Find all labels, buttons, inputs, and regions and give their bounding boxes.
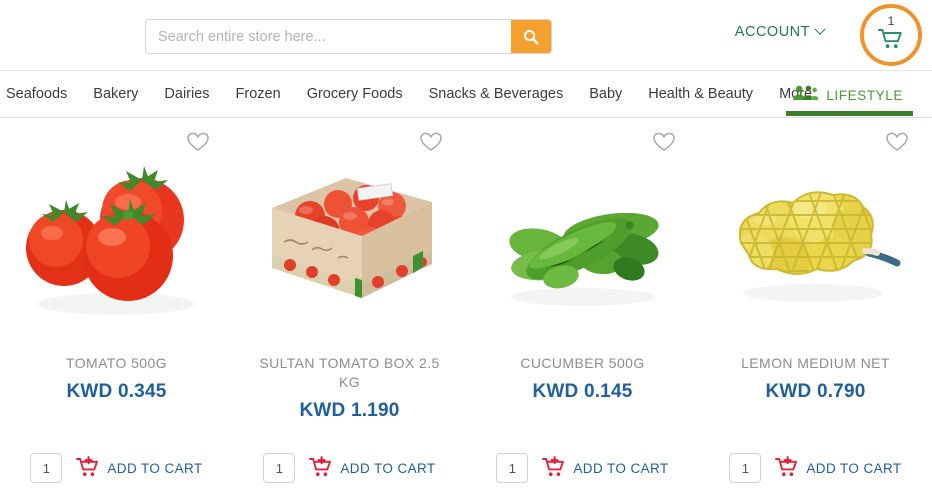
search-input[interactable] — [146, 20, 511, 53]
product-card[interactable]: CUCUMBER 500G KWD 0.145 ADD TO CART — [466, 118, 699, 501]
product-image-tomatoes — [0, 142, 233, 332]
product-name: LEMON MEDIUM NET — [741, 355, 890, 371]
add-to-cart-icon — [542, 455, 566, 481]
shopping-cart-icon — [878, 28, 904, 55]
nav-item-dairies[interactable]: Dairies — [164, 86, 209, 102]
nav-item-baby[interactable]: Baby — [589, 86, 622, 102]
add-to-cart-icon — [775, 455, 799, 481]
product-image-tomato-box — [233, 142, 466, 332]
nav-item-snacks-beverages[interactable]: Snacks & Beverages — [429, 86, 564, 102]
product-grid: TOMATO 500G KWD 0.345 ADD TO CART — [0, 118, 932, 501]
product-name: CUCUMBER 500G — [520, 355, 645, 371]
chevron-down-icon — [814, 23, 826, 35]
add-to-cart-label: ADD TO CART — [573, 460, 669, 476]
add-to-cart-label: ADD TO CART — [107, 460, 203, 476]
nav-item-bakery[interactable]: Bakery — [93, 86, 138, 102]
cart-count-badge: 1 — [887, 14, 895, 28]
add-to-cart-button[interactable]: ADD TO CART — [76, 455, 203, 481]
wishlist-heart-icon[interactable] — [187, 132, 209, 152]
account-menu[interactable]: ACCOUNT — [734, 23, 826, 40]
add-to-cart-icon — [76, 455, 100, 481]
add-to-cart-label: ADD TO CART — [340, 460, 436, 476]
search-button[interactable] — [511, 20, 551, 53]
people-group-icon — [792, 84, 819, 107]
wishlist-heart-icon[interactable] — [886, 132, 908, 152]
add-to-cart-icon — [309, 455, 333, 481]
product-card[interactable]: SULTAN TOMATO BOX 2.5 KG KWD 1.190 ADD T… — [233, 118, 466, 501]
product-price: KWD 0.145 — [532, 381, 633, 402]
add-to-cart-button[interactable]: ADD TO CART — [309, 455, 436, 481]
product-card[interactable]: TOMATO 500G KWD 0.345 ADD TO CART — [0, 118, 233, 501]
wishlist-heart-icon[interactable] — [653, 132, 675, 152]
product-price: KWD 1.190 — [299, 400, 400, 421]
product-image-cucumbers — [466, 142, 699, 332]
nav-lifestyle-label: LIFESTYLE — [826, 87, 903, 103]
nav-item-lifestyle[interactable]: LIFESTYLE — [782, 71, 913, 119]
nav-item-frozen[interactable]: Frozen — [236, 86, 281, 102]
add-to-cart-row: ADD TO CART — [233, 453, 466, 483]
product-name: SULTAN TOMATO BOX 2.5 KG — [259, 355, 440, 390]
cart-button[interactable]: 1 — [860, 4, 922, 66]
product-name: TOMATO 500G — [66, 355, 167, 371]
search-icon — [523, 29, 539, 45]
add-to-cart-row: ADD TO CART — [699, 453, 932, 483]
add-to-cart-label: ADD TO CART — [806, 460, 902, 476]
quantity-input[interactable] — [30, 453, 63, 483]
add-to-cart-row: ADD TO CART — [466, 453, 699, 483]
product-price: KWD 0.345 — [66, 381, 167, 402]
nav-item-grocery-foods[interactable]: Grocery Foods — [307, 86, 403, 102]
quantity-input[interactable] — [263, 453, 296, 483]
product-price: KWD 0.790 — [765, 381, 866, 402]
main-navigation: Seafoods Bakery Dairies Frozen Grocery F… — [0, 70, 932, 118]
quantity-input[interactable] — [729, 453, 762, 483]
add-to-cart-button[interactable]: ADD TO CART — [775, 455, 902, 481]
product-card[interactable]: LEMON MEDIUM NET KWD 0.790 ADD TO CART — [699, 118, 932, 501]
site-header: ACCOUNT 1 — [0, 0, 932, 70]
add-to-cart-row: ADD TO CART — [0, 453, 233, 483]
account-label: ACCOUNT — [734, 24, 810, 40]
nav-item-seafoods[interactable]: Seafoods — [6, 86, 67, 102]
search-bar[interactable] — [145, 19, 552, 54]
nav-item-health-beauty[interactable]: Health & Beauty — [648, 86, 753, 102]
add-to-cart-button[interactable]: ADD TO CART — [542, 455, 669, 481]
quantity-input[interactable] — [496, 453, 529, 483]
product-image-lemon-net — [699, 142, 932, 332]
wishlist-heart-icon[interactable] — [420, 132, 442, 152]
